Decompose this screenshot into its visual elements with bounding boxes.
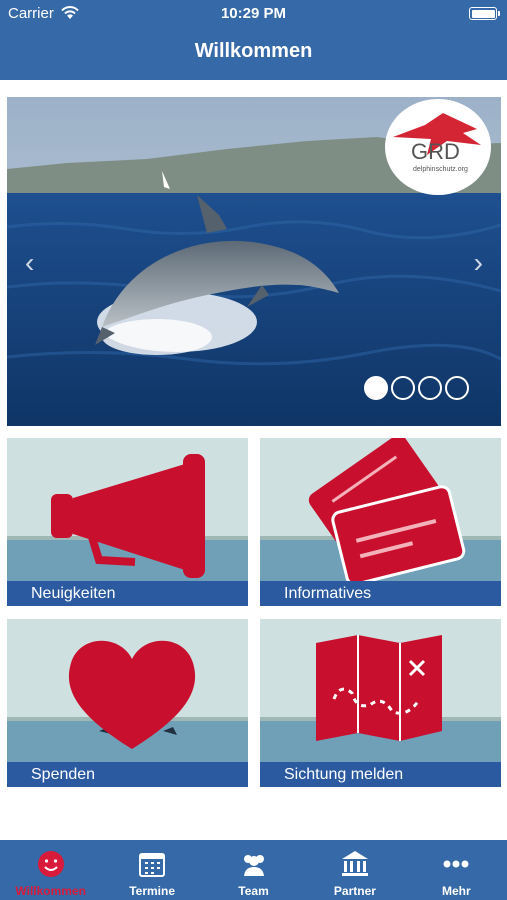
main-content: ‹ › GRD delphinschutz.org Neuigkeiten In… xyxy=(0,80,507,840)
tile-label: Spenden xyxy=(7,762,248,787)
svg-text:delphinschutz.org: delphinschutz.org xyxy=(413,166,468,173)
smiley-icon xyxy=(37,851,64,877)
tile-informatives[interactable]: Informatives xyxy=(260,438,501,606)
slide-dot-1[interactable] xyxy=(364,376,388,400)
slide-dot-2[interactable] xyxy=(391,376,415,400)
tile-neuigkeiten[interactable]: Neuigkeiten xyxy=(7,438,248,606)
calendar-icon xyxy=(139,853,166,877)
bank-icon xyxy=(341,851,368,876)
grd-logo: GRD delphinschutz.org xyxy=(385,99,491,195)
grd-logo-image: GRD delphinschutz.org xyxy=(393,113,481,173)
tab-willkommen[interactable]: Willkommen xyxy=(0,840,101,900)
people-icon xyxy=(243,855,264,876)
slide-dot-4[interactable] xyxy=(445,376,469,400)
tab-label: Partner xyxy=(333,884,376,898)
next-slide-icon[interactable]: › xyxy=(474,247,483,279)
slide-dot-3[interactable] xyxy=(418,376,442,400)
tab-label: Team xyxy=(238,884,269,898)
tile-label: Neuigkeiten xyxy=(7,581,248,606)
slider-pagination xyxy=(364,376,469,400)
tab-partner[interactable]: Partner xyxy=(304,840,405,900)
tile-spenden[interactable]: Spenden xyxy=(7,619,248,787)
tile-label: Informatives xyxy=(260,581,501,606)
tab-mehr[interactable]: Mehr xyxy=(406,840,507,900)
tab-bar: Willkommen Termine Team Partner Mehr xyxy=(0,840,507,900)
image-slider[interactable]: ‹ › GRD delphinschutz.org xyxy=(7,97,501,426)
status-bar: Carrier 10:29 PM xyxy=(0,0,507,28)
more-icon xyxy=(443,860,469,868)
header: Carrier 10:29 PM Willkommen xyxy=(0,0,507,80)
tab-label: Termine xyxy=(129,884,175,898)
battery-icon xyxy=(469,7,500,20)
tile-label: Sichtung melden xyxy=(260,762,501,787)
clock: 10:29 PM xyxy=(220,5,287,22)
previous-slide-icon[interactable]: ‹ xyxy=(25,247,34,279)
tab-label: Mehr xyxy=(441,884,471,898)
tab-team[interactable]: Team xyxy=(203,840,304,900)
page-title: Willkommen xyxy=(194,40,313,62)
tab-label: Willkommen xyxy=(15,884,86,898)
svg-text:GRD: GRD xyxy=(411,139,460,164)
tab-termine[interactable]: Termine xyxy=(101,840,202,900)
tile-sichtung-melden[interactable]: Sichtung melden xyxy=(260,619,501,787)
